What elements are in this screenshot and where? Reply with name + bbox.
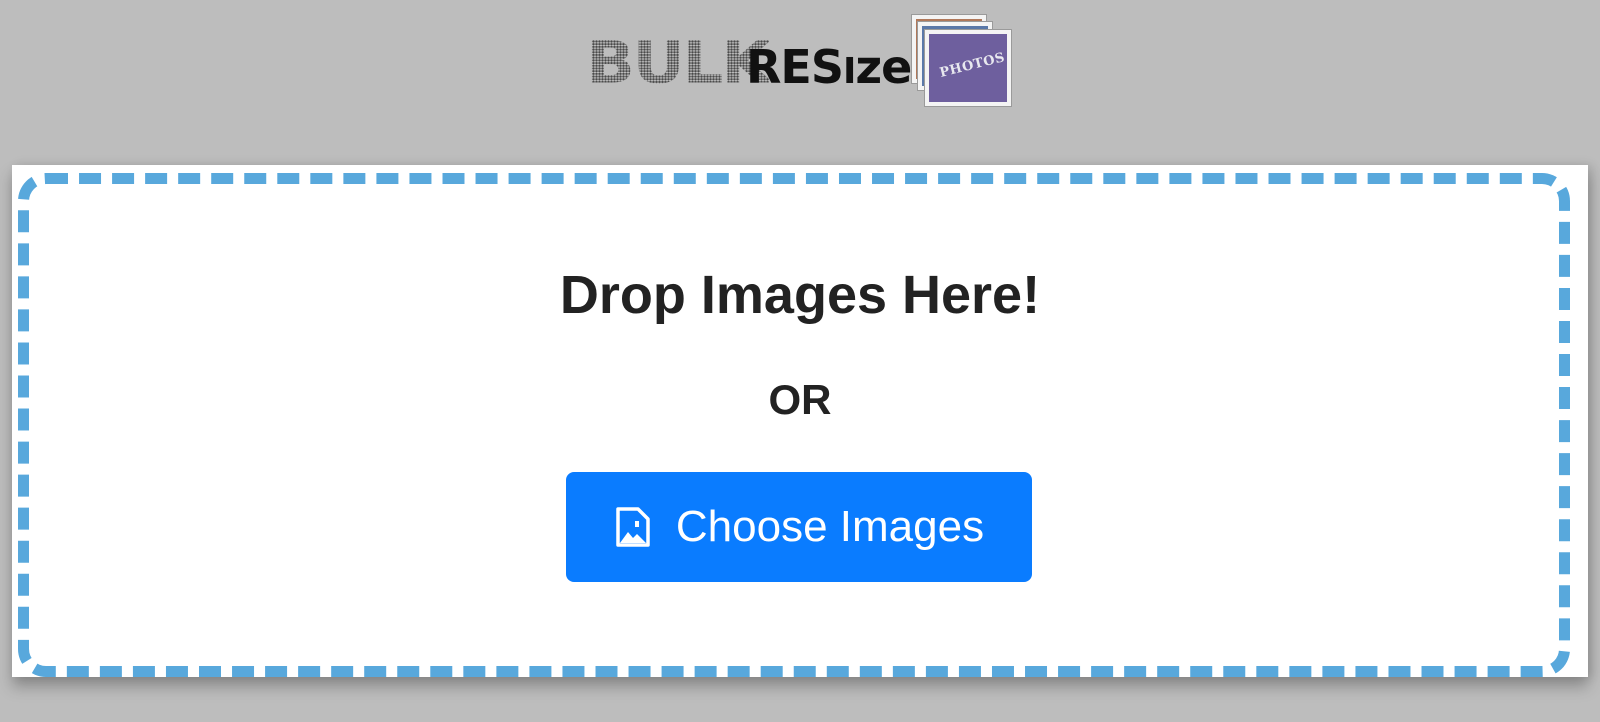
logo-resize-part2: I: [842, 51, 856, 92]
logo-resize-part1: RES: [746, 40, 844, 94]
logo-resize-part3: ze: [855, 40, 912, 94]
choose-images-label: Choose Images: [675, 502, 985, 551]
or-separator: OR: [768, 376, 832, 423]
logo-bulk-text: BULK: [586, 30, 771, 97]
image-dropzone[interactable]: [18, 173, 1570, 677]
logo-photos-icon: PHOTOS: [911, 14, 1021, 110]
choose-images-button[interactable]: Choose Images: [566, 472, 1032, 582]
photo-card-front: PHOTOS: [924, 29, 1012, 107]
site-logo[interactable]: BULK RESIze PHOTOS: [586, 12, 1016, 112]
dropzone-title: Drop Images Here!: [559, 265, 1041, 325]
logo-photos-label: PHOTOS: [938, 50, 1007, 81]
image-file-icon: [614, 507, 650, 547]
upload-panel: Drop Images Here! OR Choose Images: [12, 165, 1588, 677]
logo-resize-text: RESIze: [746, 40, 912, 97]
